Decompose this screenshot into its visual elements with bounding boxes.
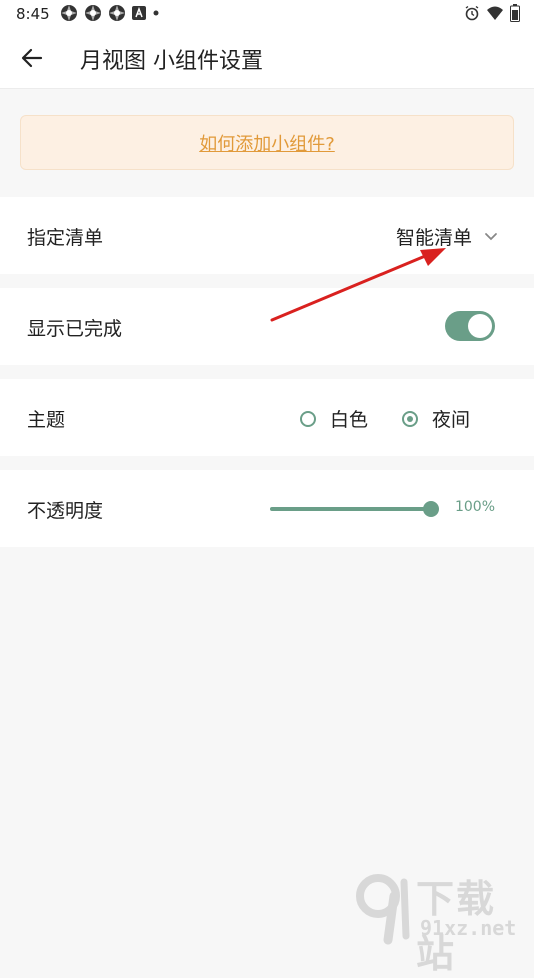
annotation-arrow-icon bbox=[270, 248, 446, 322]
back-button[interactable] bbox=[14, 40, 50, 76]
theme-option-night-label: 夜间 bbox=[432, 409, 471, 431]
arrow-left-icon bbox=[21, 48, 43, 68]
theme-label: 主题 bbox=[27, 409, 66, 431]
opacity-slider-track[interactable] bbox=[270, 507, 432, 511]
show-completed-toggle[interactable] bbox=[445, 311, 495, 341]
show-completed-label: 显示已完成 bbox=[27, 318, 123, 340]
radio-unchecked-icon bbox=[300, 410, 316, 427]
battery-icon bbox=[510, 4, 520, 22]
how-to-add-widget-link[interactable]: 如何添加小组件? bbox=[199, 130, 335, 156]
opacity-slider-thumb[interactable] bbox=[423, 501, 439, 517]
theme-option-white[interactable]: 白色 bbox=[300, 405, 368, 432]
opacity-row: 不透明度 100% bbox=[0, 470, 534, 547]
aperture-icon bbox=[61, 5, 77, 21]
chevron-down-icon bbox=[485, 232, 497, 240]
theme-radio-group: 白色 夜间 bbox=[300, 405, 470, 432]
watermark-bottom-text: 91xz.net bbox=[420, 916, 517, 940]
status-system-icons bbox=[464, 4, 520, 22]
font-a-icon bbox=[132, 6, 146, 20]
watermark-logo-icon bbox=[356, 874, 410, 945]
aperture-icon bbox=[85, 5, 101, 21]
app-bar: 月视图 小组件设置 bbox=[0, 28, 534, 89]
radio-checked-icon bbox=[402, 410, 419, 427]
theme-option-white-label: 白色 bbox=[330, 409, 369, 431]
page-title: 月视图 小组件设置 bbox=[80, 49, 263, 74]
alarm-icon bbox=[465, 5, 479, 21]
help-banner: 如何添加小组件? bbox=[20, 115, 514, 170]
theme-option-night[interactable]: 夜间 bbox=[402, 405, 470, 432]
opacity-value: 100% bbox=[454, 499, 495, 515]
toggle-knob bbox=[468, 314, 492, 338]
theme-row: 主题 白色 夜间 bbox=[0, 379, 534, 456]
watermark: 下载站 91xz.net bbox=[354, 866, 524, 976]
status-bar: 8:45 bbox=[0, 0, 534, 28]
status-notification-icons bbox=[60, 4, 160, 22]
opacity-label: 不透明度 bbox=[27, 500, 104, 522]
aperture-icon bbox=[109, 5, 125, 21]
wifi-icon bbox=[487, 6, 503, 20]
dot-icon bbox=[153, 10, 159, 16]
status-time: 8:45 bbox=[16, 5, 50, 23]
list-setting-label: 指定清单 bbox=[27, 227, 104, 249]
